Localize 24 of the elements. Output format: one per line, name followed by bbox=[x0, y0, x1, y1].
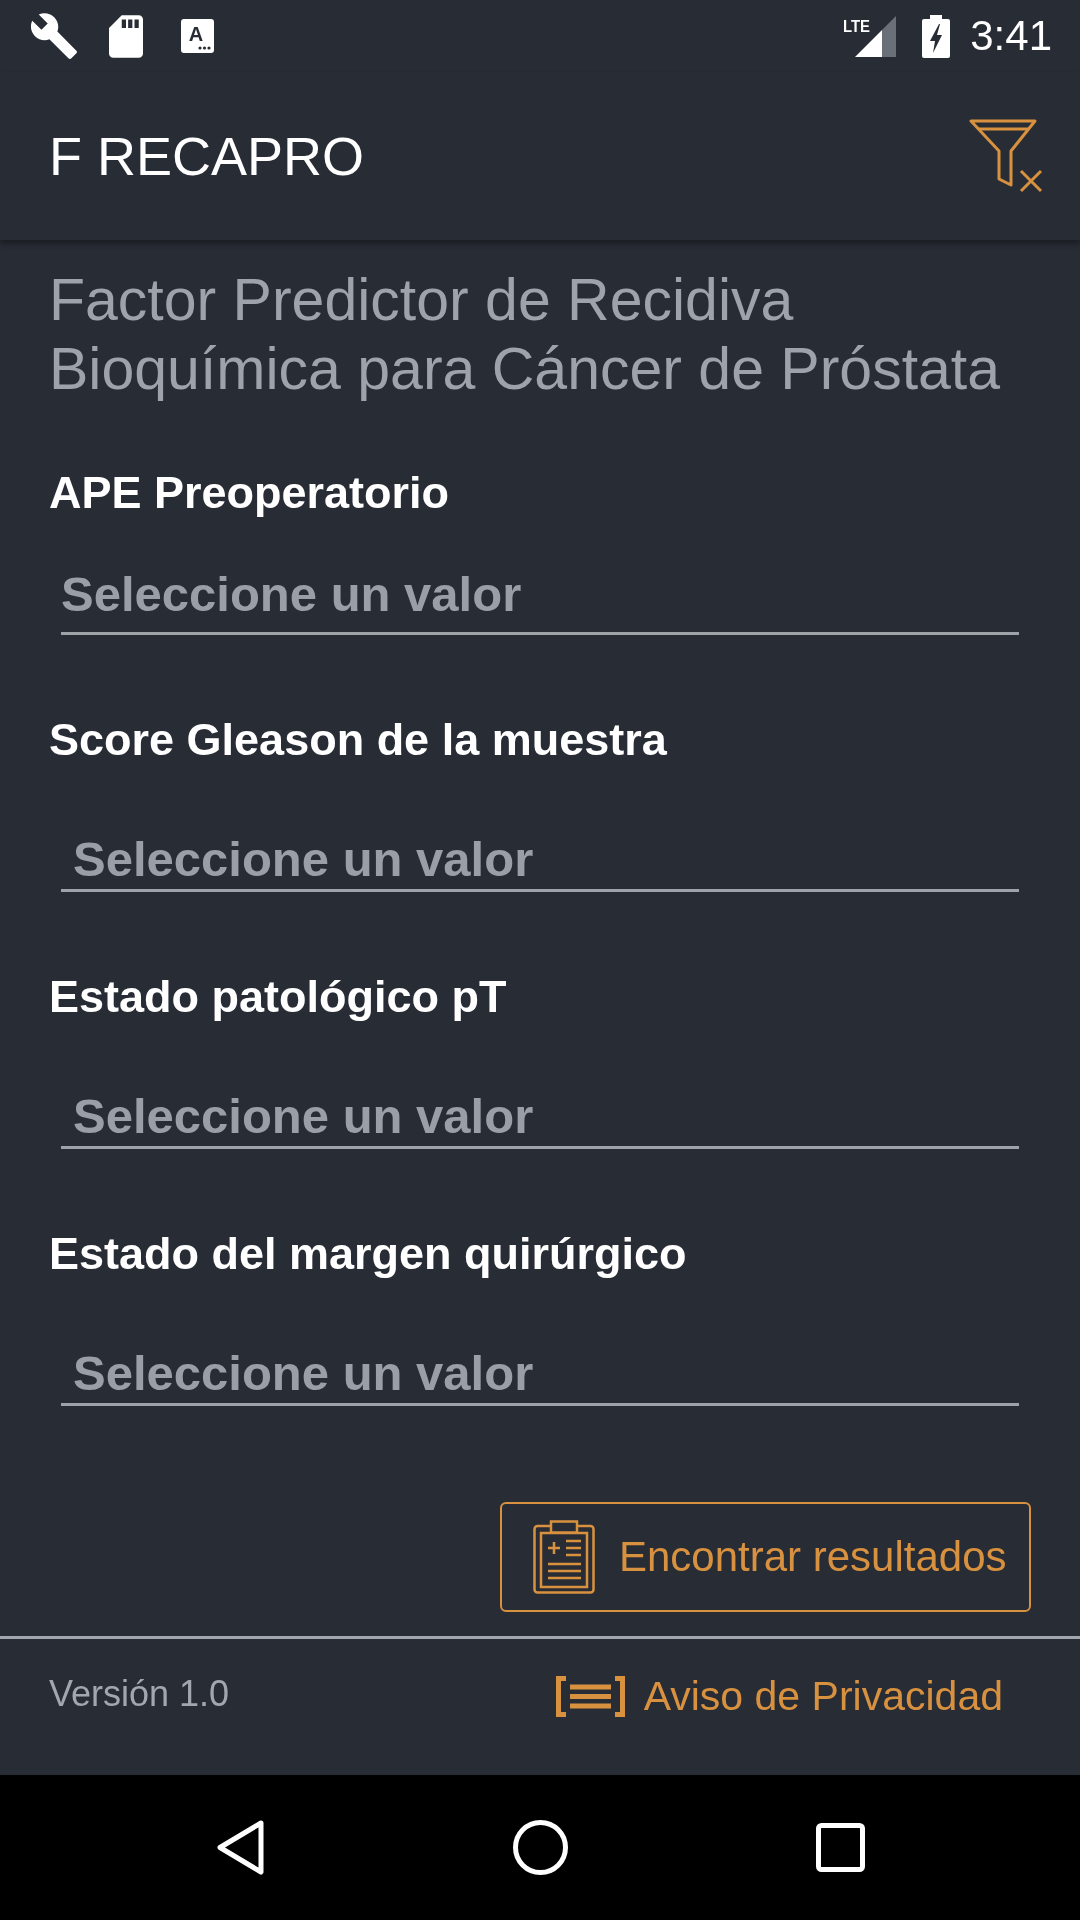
field-label: Estado patológico pT bbox=[49, 970, 507, 1024]
recents-icon[interactable] bbox=[815, 1823, 865, 1872]
field-label: Estado del margen quirúrgico bbox=[49, 1227, 687, 1281]
clock-time: 3:41 bbox=[970, 12, 1052, 60]
privacy-link[interactable]: Aviso de Privacidad bbox=[554, 1672, 1003, 1720]
field-label: Score Gleason de la muestra bbox=[49, 713, 667, 767]
version-text: Versión 1.0 bbox=[49, 1672, 230, 1716]
clear-filter-icon[interactable] bbox=[969, 119, 1044, 193]
dropdown-field[interactable]: Seleccione un valor bbox=[61, 1317, 1019, 1406]
form-heading: Factor Predictor de Recidiva Bioquímica para Cáncer de Próstata bbox=[49, 266, 1002, 404]
clipboard-icon bbox=[533, 1520, 595, 1594]
field-label: APE Preoperatorio bbox=[49, 466, 450, 520]
app-title: F RECAPRO bbox=[49, 125, 365, 188]
letter-tile-icon: A bbox=[181, 19, 214, 53]
sd-card-icon bbox=[109, 14, 143, 58]
charging-battery-icon bbox=[922, 14, 951, 58]
dropdown-field[interactable]: Seleccione un valor bbox=[61, 803, 1019, 892]
home-icon[interactable] bbox=[512, 1820, 568, 1875]
wrench-icon bbox=[31, 13, 77, 59]
document-lines-icon bbox=[554, 1675, 626, 1717]
value-field[interactable]: Seleccione un valor bbox=[61, 556, 1019, 635]
back-icon[interactable] bbox=[216, 1820, 264, 1875]
find-results-button[interactable]: Encontrar resultados bbox=[500, 1502, 1031, 1612]
dropdown-field[interactable]: Seleccione un valor bbox=[61, 1060, 1019, 1149]
